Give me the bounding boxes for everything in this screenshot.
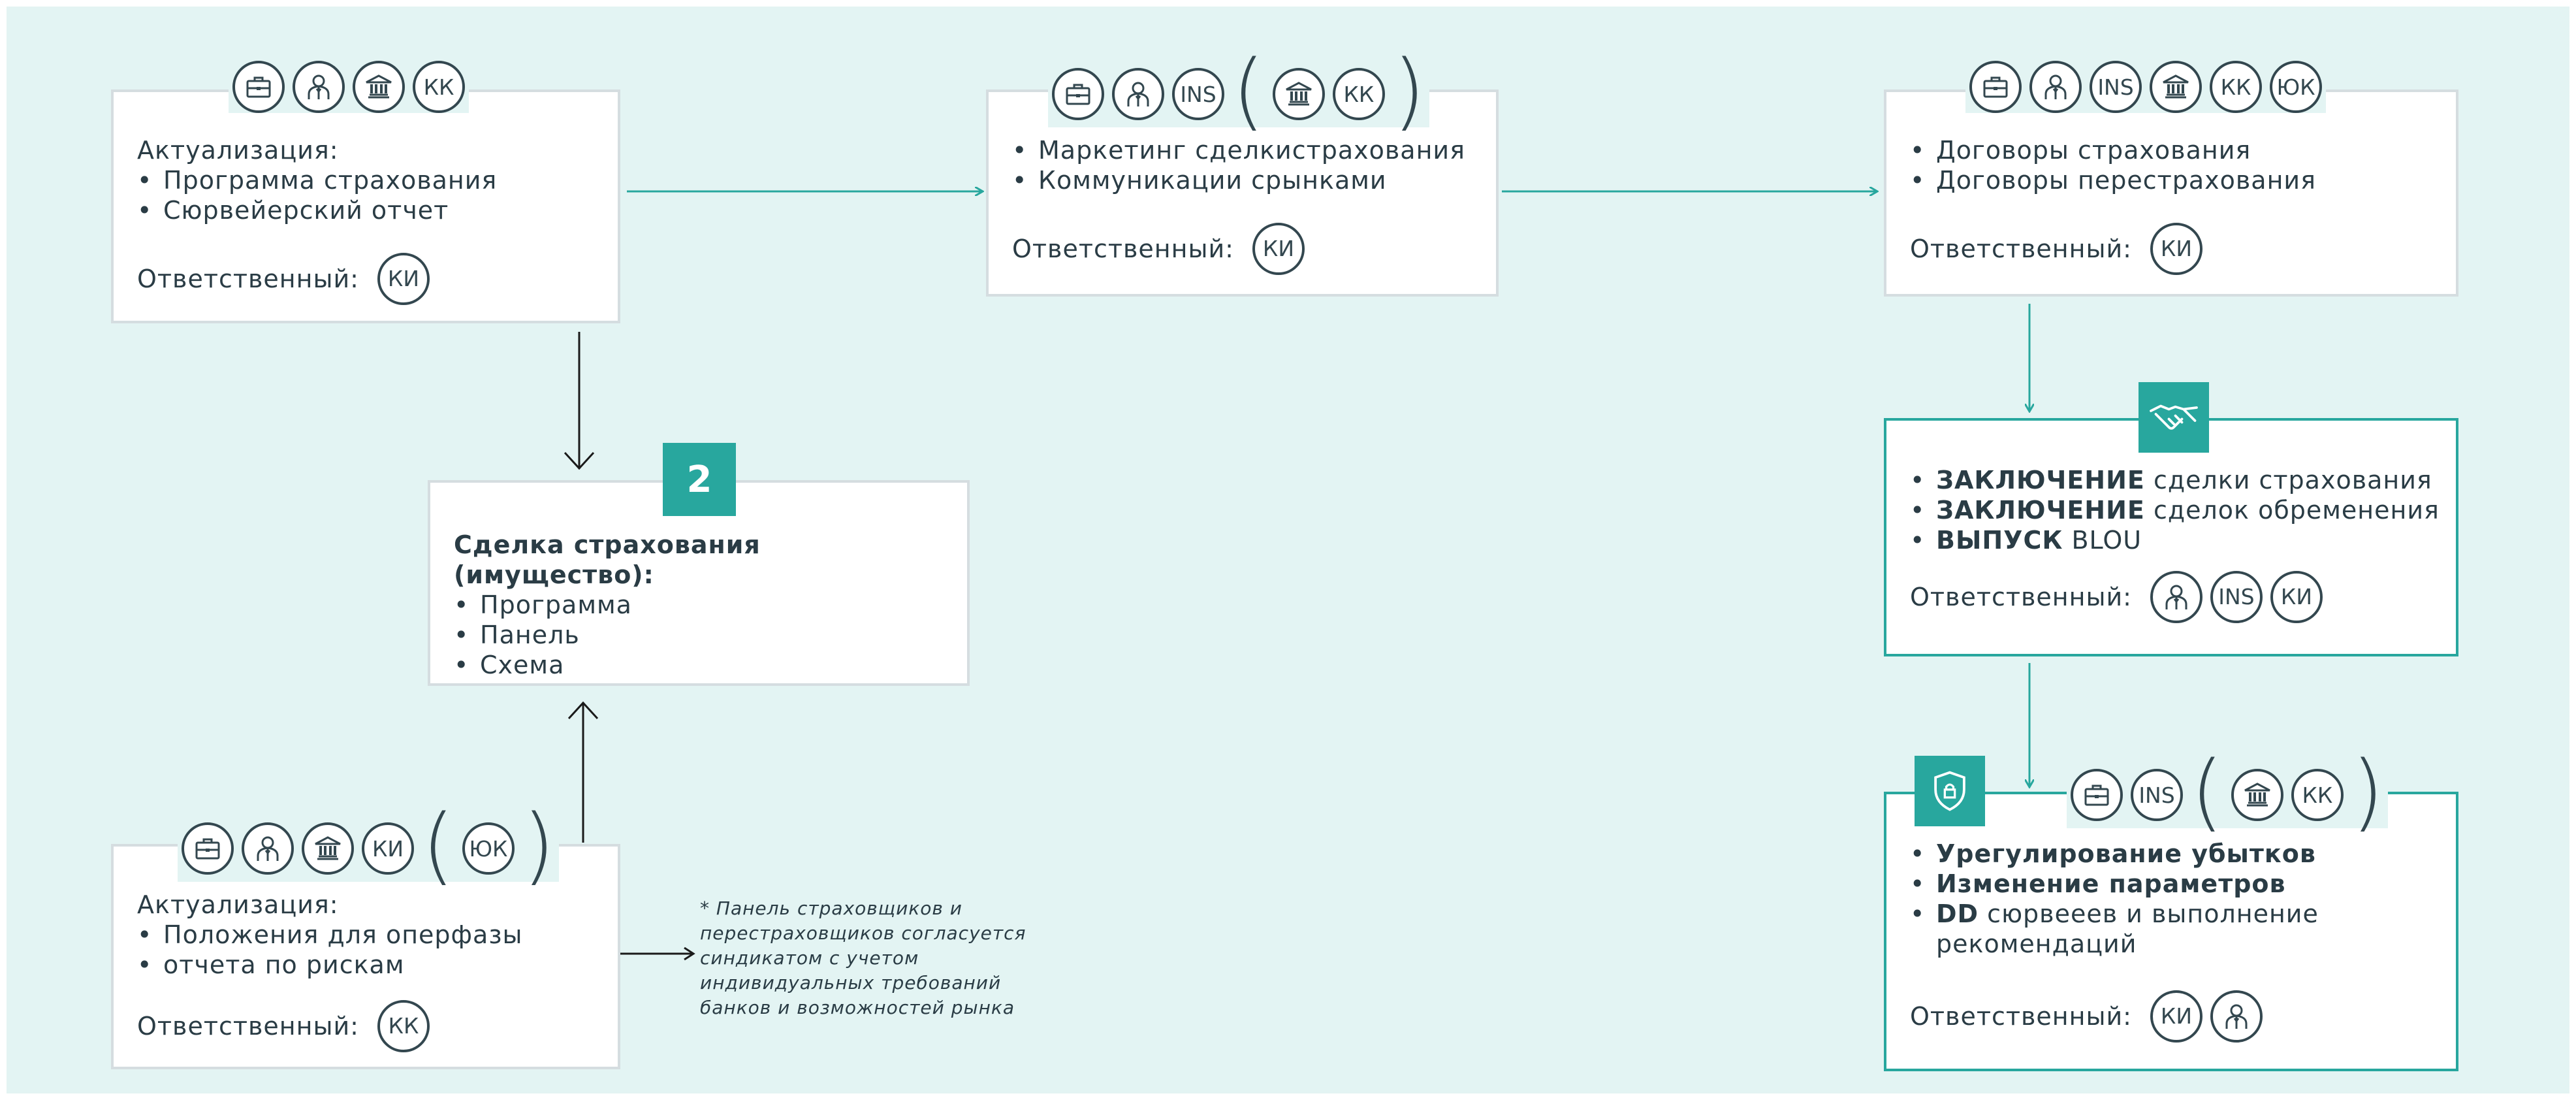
- box2-responsible: Ответственный: КИ: [1012, 223, 1305, 275]
- kk-icon: КК: [377, 1000, 430, 1052]
- box-actualization-program: Актуализация: Программа страхования Сюрв…: [111, 89, 620, 323]
- list-item: ЗАКЛЮЧЕНИЕ сделки страхования: [1910, 465, 2440, 495]
- bank-icon: [2150, 61, 2202, 113]
- responsible-label: Ответственный:: [1910, 235, 2132, 263]
- bank-icon: [1272, 68, 1325, 120]
- ins-icon: INS: [2210, 571, 2263, 623]
- person-icon: [293, 61, 345, 113]
- box1-title: Актуализация:: [137, 136, 339, 165]
- kk-icon: КК: [1332, 68, 1385, 120]
- bank-icon: [2231, 769, 2283, 821]
- briefcase-icon: [2071, 769, 2123, 821]
- list-item: Сюрвейерский отчет: [137, 195, 497, 225]
- box6-title: Актуализация:: [137, 890, 339, 919]
- box1-responsible: Ответственный: КИ: [137, 253, 430, 305]
- list-item: Договоры перестрахования: [1910, 165, 2316, 195]
- box2-list: Маркетинг сделкистрахования Коммуникации…: [1012, 135, 1465, 195]
- ki-icon: КИ: [362, 822, 414, 875]
- list-item: Урегулирование убытков: [1910, 839, 2319, 869]
- list-item: DD сюрвееев и выполнениерекомендаций: [1910, 899, 2319, 959]
- briefcase-icon: [232, 61, 285, 113]
- box-contracts: Договоры страхования Договоры перестрахо…: [1884, 89, 2458, 297]
- footnote-line: перестраховщиков согласуется: [700, 922, 1026, 944]
- list-item: Программа страхования: [137, 165, 497, 195]
- box6-icons: КИ ( ЮК ): [178, 804, 559, 888]
- list-item: Программа: [454, 590, 967, 620]
- list-item: Схема: [454, 650, 967, 680]
- ki-icon: КИ: [377, 253, 430, 305]
- box-conclusion: ЗАКЛЮЧЕНИЕ сделки страхования ЗАКЛЮЧЕНИЕ…: [1884, 418, 2458, 656]
- box3-icons: INS КК ЮК: [1965, 61, 2326, 113]
- step-number-badge: 2: [663, 443, 736, 516]
- bank-icon: [353, 61, 405, 113]
- bank-icon: [302, 822, 354, 875]
- open-paren: (: [422, 797, 454, 894]
- list-item: ЗАКЛЮЧЕНИЕ сделок обременения: [1910, 495, 2440, 525]
- open-paren: (: [1232, 42, 1265, 140]
- box1-icons: КК: [229, 61, 469, 113]
- box5-list: Урегулирование убытков Изменение парамет…: [1910, 839, 2319, 959]
- responsible-label: Ответственный:: [1910, 1002, 2132, 1031]
- ki-icon: КИ: [1252, 223, 1305, 275]
- briefcase-icon: [182, 822, 234, 875]
- responsible-label: Ответственный:: [137, 1012, 359, 1041]
- ins-icon: INS: [2131, 769, 2183, 821]
- person-icon: [2210, 990, 2263, 1043]
- box6-list: Положения для оперфазы отчета по рискам: [137, 920, 523, 980]
- responsible-label: Ответственный:: [1012, 235, 1234, 263]
- close-paren: ): [2351, 743, 2384, 841]
- handshake-icon: [2139, 382, 2209, 453]
- center-title: Сделка страхования (имущество):: [454, 530, 761, 589]
- close-paren: ): [1392, 42, 1425, 140]
- person-icon: [1112, 68, 1164, 120]
- ins-icon: INS: [2090, 61, 2142, 113]
- box4-responsible: Ответственный: INS КИ: [1910, 571, 2323, 623]
- responsible-label: Ответственный:: [1910, 583, 2132, 611]
- footnote-line: синдикатом с учетом: [700, 947, 919, 969]
- ki-icon: КИ: [2150, 223, 2202, 275]
- close-paren: ): [522, 797, 555, 894]
- box5-responsible: Ответственный: КИ: [1910, 990, 2263, 1043]
- briefcase-icon: [1052, 68, 1104, 120]
- box5-icons: INS ( КК ): [2067, 751, 2388, 834]
- ki-icon: КИ: [2150, 990, 2202, 1043]
- open-paren: (: [2191, 743, 2223, 841]
- box3-responsible: Ответственный: КИ: [1910, 223, 2202, 275]
- kk-icon: КК: [2210, 61, 2262, 113]
- box3-list: Договоры страхования Договоры перестрахо…: [1910, 135, 2316, 195]
- person-icon: [242, 822, 294, 875]
- kk-icon: КК: [413, 61, 465, 113]
- footnote-line: * Панель страховщиков и: [700, 898, 962, 919]
- box4-list: ЗАКЛЮЧЕНИЕ сделки страхования ЗАКЛЮЧЕНИЕ…: [1910, 465, 2440, 555]
- kk-icon: КК: [2291, 769, 2344, 821]
- box1-list: Программа страхования Сюрвейерский отчет: [137, 165, 497, 225]
- list-item: ВЫПУСК BLOU: [1910, 525, 2440, 555]
- box6-responsible: Ответственный: КК: [137, 1000, 430, 1052]
- footnote: * Панель страховщиков и перестраховщиков…: [700, 896, 1026, 1020]
- list-item-continued: отчета по рискам: [137, 950, 523, 980]
- footnote-line: банков и возможностей рынка: [700, 997, 1015, 1018]
- footnote-line: индивидуальных требований: [700, 972, 1002, 994]
- yuk-icon: ЮК: [462, 822, 515, 875]
- shield-lock-icon: [1915, 756, 1985, 826]
- list-item: Коммуникации срынками: [1012, 165, 1465, 195]
- person-icon: [2029, 61, 2082, 113]
- briefcase-icon: [1969, 61, 2022, 113]
- list-item: Договоры страхования: [1910, 135, 2316, 165]
- yuk-icon: ЮК: [2270, 61, 2322, 113]
- ins-icon: INS: [1172, 68, 1224, 120]
- ki-icon: КИ: [2270, 571, 2323, 623]
- list-item: Панель: [454, 620, 967, 650]
- list-item: Положения для оперфазы: [137, 920, 523, 950]
- box2-icons: INS ( КК ): [1048, 50, 1429, 133]
- list-item: Изменение параметров: [1910, 869, 2319, 899]
- center-list: Программа Панель Схема: [454, 590, 967, 680]
- responsible-label: Ответственный:: [137, 265, 359, 293]
- person-icon: [2150, 571, 2202, 623]
